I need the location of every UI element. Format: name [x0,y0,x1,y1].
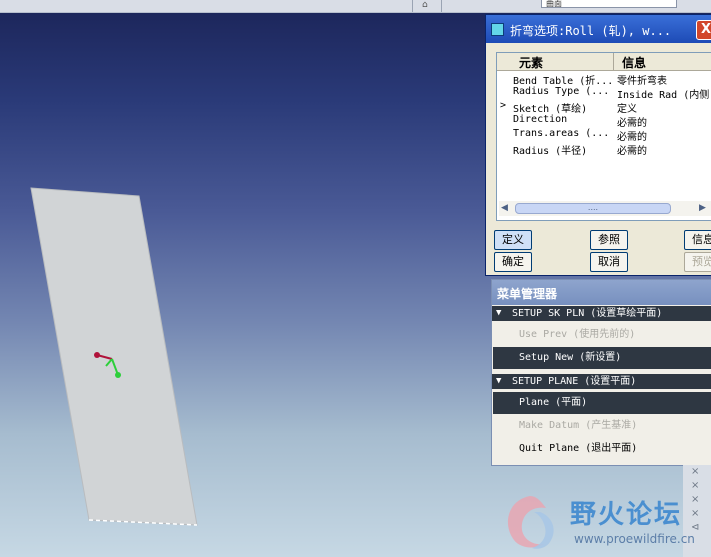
element-list[interactable]: 元素 信息 Bend Table (折... 零件折弯表 Radius Type (… [496,52,711,221]
row-element: Bend Table (折... [513,76,614,87]
preview-button[interactable]: 预览 [684,252,711,272]
row-element: Radius (半径) [513,146,588,157]
dialog-title: 折弯选项:Roll (轧), w... [510,24,672,38]
list-item[interactable]: > Sketch (草绘) 定义 [497,100,711,115]
scroll-right-icon[interactable]: ▶ [699,203,706,213]
list-item[interactable]: Bend Table (折... 零件折弯表 [497,72,711,87]
collapse-triangle-icon: ▼ [496,376,502,386]
sheetmetal-plate [30,187,198,526]
bend-options-dialog: 折弯选项:Roll (轧), w... X 元素 信息 Bend Table (… [485,14,711,276]
row-info: 定义 [617,104,637,115]
dialog-app-icon [491,23,504,36]
close-button[interactable]: X [696,20,711,40]
list-item[interactable]: Radius Type (... Inside Rad (内侧 [497,86,711,101]
menu-item-plane[interactable]: Plane (平面) [493,392,711,414]
menu-manager-title: 菜单管理器 [492,280,711,305]
collapse-triangle-icon: ▼ [496,308,502,318]
row-element: Radius Type (... [513,86,610,97]
flame-logo-icon [507,496,554,549]
watermark: 野火论坛 www.proewildfire.cn [500,490,711,557]
dialog-titlebar[interactable]: 折弯选项:Roll (轧), w... X [486,15,711,43]
menu-item-quit-plane[interactable]: Quit Plane (退出平面) [493,438,711,460]
references-button[interactable]: 参照 [590,230,628,250]
menu-section-setup-sk-pln[interactable]: ▼ SETUP SK PLN (设置草绘平面) [492,306,711,321]
element-rows: Bend Table (折... 零件折弯表 Radius Type (... Ins… [497,72,711,157]
list-item[interactable]: Radius (半径) 必需的 [497,142,711,157]
row-info: Inside Rad (内侧 [617,90,710,101]
row-element: Sketch (草绘) [513,104,588,115]
cancel-button[interactable]: 取消 [590,252,628,272]
column-header-element[interactable]: 元素 [497,53,614,70]
menu-item-use-prev[interactable]: Use Prev (使用先前的) [493,324,711,346]
ok-button[interactable]: 确定 [494,252,532,272]
row-element: Trans.areas (... [513,128,610,139]
edge-tool-button[interactable]: × [683,465,711,479]
list-item[interactable]: Direction 必需的 [497,114,711,129]
row-info: 必需的 [617,146,647,157]
menu-section-setup-plane[interactable]: ▼ SETUP PLANE (设置平面) [492,374,711,389]
row-info: 零件折弯表 [617,76,667,87]
info-button[interactable]: 信息 [684,230,711,250]
row-info: 必需的 [617,118,647,129]
scroll-thumb[interactable]: .... [515,203,671,214]
menu-item-setup-new[interactable]: Setup New (新设置) [493,347,711,369]
scroll-left-icon[interactable]: ◀ [501,203,508,213]
list-header: 元素 信息 [497,53,711,71]
row-element: Direction [513,114,568,125]
row-info: 必需的 [617,132,647,143]
menu-manager: 菜单管理器 ▼ SETUP SK PLN (设置草绘平面) Use Prev (… [491,279,711,466]
horizontal-scrollbar[interactable]: ◀ .... ▶ [499,201,711,216]
current-row-caret-icon: > [500,100,507,111]
forum-brand: 野火论坛 [570,500,683,530]
forum-url: www.proewildfire.cn [574,532,695,546]
column-header-info[interactable]: 信息 [614,53,711,70]
menu-item-make-datum[interactable]: Make Datum (产生基准) [493,415,711,437]
define-button[interactable]: 定义 [494,230,532,250]
list-item[interactable]: Trans.areas (... 必需的 [497,128,711,143]
